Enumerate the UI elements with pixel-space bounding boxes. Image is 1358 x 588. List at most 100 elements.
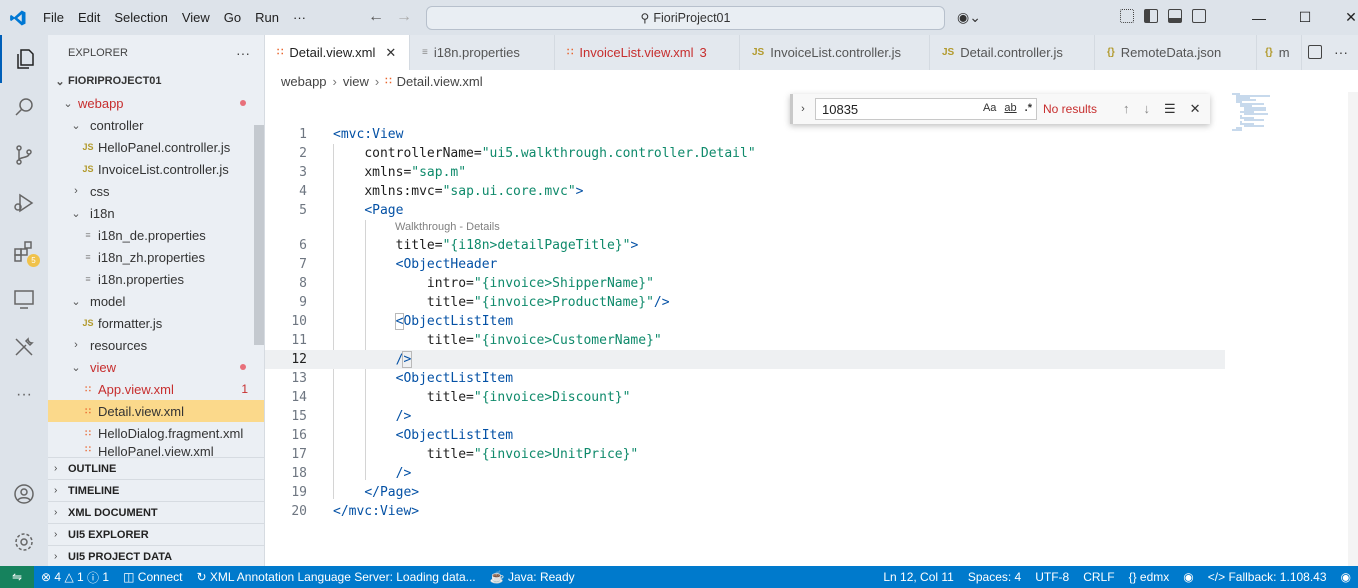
more-views-icon[interactable]: ··· [0,371,48,419]
search-icon[interactable] [0,83,48,131]
settings-gear-icon[interactable] [0,518,48,566]
status-bar: ⇋ ⊗ 4 △ 1 ⓘ 1 ◫ Connect ↻ XML Annotation… [0,566,1358,588]
fallback-version[interactable]: </> Fallback: 1.108.43 [1201,570,1334,584]
menu-edit[interactable]: Edit [71,0,107,35]
tree-folder-model[interactable]: ⌄ model [48,290,264,312]
previous-match-icon[interactable]: ↑ [1123,101,1130,117]
breadcrumb-webapp[interactable]: webapp [281,74,327,89]
problems-indicator[interactable]: ⊗ 4 △ 1 ⓘ 1 [34,569,116,586]
breadcrumb-view[interactable]: view [343,74,369,89]
panel-xml-document[interactable]: › XML DOCUMENT [48,501,264,523]
tab-overflow[interactable]: {} m [1257,35,1302,70]
modified-dot [240,364,246,370]
java-status[interactable]: ☕ Java: Ready [483,570,582,584]
cursor-position[interactable]: Ln 12, Col 11 [876,570,961,584]
tab-invoicelist-view[interactable]: ∷ InvoiceList.view.xml 3 [555,35,740,70]
minimize-icon[interactable]: — [1236,0,1282,35]
menu-view[interactable]: View [175,0,217,35]
back-arrow-icon[interactable]: ← [368,8,384,26]
panel-ui5-project-data[interactable]: › UI5 PROJECT DATA [48,545,264,567]
explorer-more-icon[interactable]: ··· [236,45,250,61]
tree-file-selected[interactable]: ∷ Detail.view.xml [48,400,264,422]
menu-run[interactable]: Run [248,0,286,35]
maximize-icon[interactable]: ☐ [1282,0,1328,35]
find-input[interactable]: 10835 Aa ab .* [815,98,1037,120]
tab-detail-view[interactable]: ∷ Detail.view.xml ✕ [265,35,410,70]
js-file-icon: JS [82,164,94,174]
panel-timeline[interactable]: › TIMELINE [48,479,264,501]
toggle-replace-icon[interactable]: › [793,103,813,115]
forward-arrow-icon[interactable]: → [396,8,412,26]
source-control-icon[interactable] [0,131,48,179]
xml-server-status[interactable]: ↻ XML Annotation Language Server: Loadin… [189,570,482,584]
tree-folder-view[interactable]: ⌄ view [48,356,264,378]
tree-file[interactable]: JS InvoiceList.controller.js [48,158,264,180]
copilot-status-icon[interactable]: ◉ [1176,570,1200,584]
close-window-icon[interactable]: ✕ [1328,0,1358,35]
tree-file[interactable]: JS formatter.js [48,312,264,334]
toggle-panel-icon[interactable] [1168,9,1182,23]
tree-folder-controller[interactable]: ⌄ controller [48,114,264,136]
sidebar-scrollbar[interactable] [254,125,264,345]
connect-button[interactable]: ◫ Connect [116,570,189,584]
explorer-icon[interactable] [0,35,48,83]
tree-folder-i18n[interactable]: ⌄ i18n [48,202,264,224]
panel-ui5-explorer[interactable]: › UI5 EXPLORER [48,523,264,545]
breadcrumb-file[interactable]: Detail.view.xml [397,74,483,89]
match-case-toggle[interactable]: Aa [983,102,996,114]
tab-invoicelist-controller[interactable]: JS InvoiceList.controller.js [740,35,930,70]
tree-file[interactable]: ≡ i18n_zh.properties [48,246,264,268]
command-center-search[interactable]: ⚲ FioriProject01 [426,6,945,30]
code-line: 1 <mvc:View [299,127,404,142]
notifications-bell-icon[interactable]: ◉ [1334,570,1358,584]
copilot-icon[interactable]: ◉⌄ [957,9,981,26]
js-file-icon: JS [752,47,765,58]
tree-file[interactable]: ∷ HelloDialog.fragment.xml [48,422,264,444]
match-whole-word-toggle[interactable]: ab [1004,102,1016,114]
remote-explorer-icon[interactable] [0,275,48,323]
toggle-sidebar-icon[interactable] [1144,9,1158,23]
close-find-icon[interactable]: ✕ [1190,101,1201,117]
extensions-badge: 5 [27,254,40,267]
xml-file-icon: ∷ [85,383,91,394]
menu-go[interactable]: Go [217,0,248,35]
line-endings[interactable]: CRLF [1076,570,1121,584]
tree-file[interactable]: ≡ i18n.properties [48,268,264,290]
menu-file[interactable]: File [36,0,71,35]
tree-root[interactable]: ⌄ FIORIPROJECT01 [48,70,264,92]
minimap[interactable] [1230,92,1290,132]
tree-folder-css[interactable]: › css [48,180,264,202]
editor-scrollbar[interactable] [1348,92,1358,566]
tree-folder-resources[interactable]: › resources [48,334,264,356]
find-result-text: No results [1043,102,1098,116]
tab-remotedata-json[interactable]: {} RemoteData.json [1095,35,1257,70]
toggle-secondary-sidebar-icon[interactable] [1192,9,1206,23]
tab-detail-controller[interactable]: JS Detail.controller.js [930,35,1095,70]
run-debug-icon[interactable] [0,179,48,227]
close-icon[interactable]: ✕ [385,45,396,61]
remote-indicator-icon[interactable]: ⇋ [0,566,34,588]
editor-tabs: ∷ Detail.view.xml ✕ ≡ i18n.properties ∷ … [265,35,1358,70]
extensions-icon[interactable]: 5 [0,227,48,275]
account-icon[interactable] [0,470,48,518]
tree-file[interactable]: ∷ App.view.xml 1 [48,378,264,400]
panel-outline[interactable]: › OUTLINE [48,457,264,479]
next-match-icon[interactable]: ↓ [1144,101,1151,117]
find-in-selection-icon[interactable]: ☰ [1164,101,1176,117]
tree-file[interactable]: ≡ i18n_de.properties [48,224,264,246]
language-mode[interactable]: {} edmx [1122,570,1177,584]
tree-file[interactable]: JS HelloPanel.controller.js [48,136,264,158]
encoding[interactable]: UTF-8 [1028,570,1076,584]
tab-i18n-properties[interactable]: ≡ i18n.properties [410,35,555,70]
menu-selection[interactable]: Selection [107,0,174,35]
tools-icon[interactable] [0,323,48,371]
tree-file[interactable]: ∷ HelloPanel.view.xml [48,444,264,456]
menu-more[interactable]: ··· [286,0,313,35]
more-actions-icon[interactable]: ··· [1334,44,1348,60]
code-editor[interactable]: 1 <mvc:View 2 controllerName="ui5.walkth… [265,92,1358,566]
split-editor-icon[interactable] [1308,45,1322,59]
customize-layout-icon[interactable] [1120,9,1134,23]
tree-folder-webapp[interactable]: ⌄ webapp [48,92,264,114]
indentation[interactable]: Spaces: 4 [961,570,1028,584]
use-regex-toggle[interactable]: .* [1025,102,1032,114]
